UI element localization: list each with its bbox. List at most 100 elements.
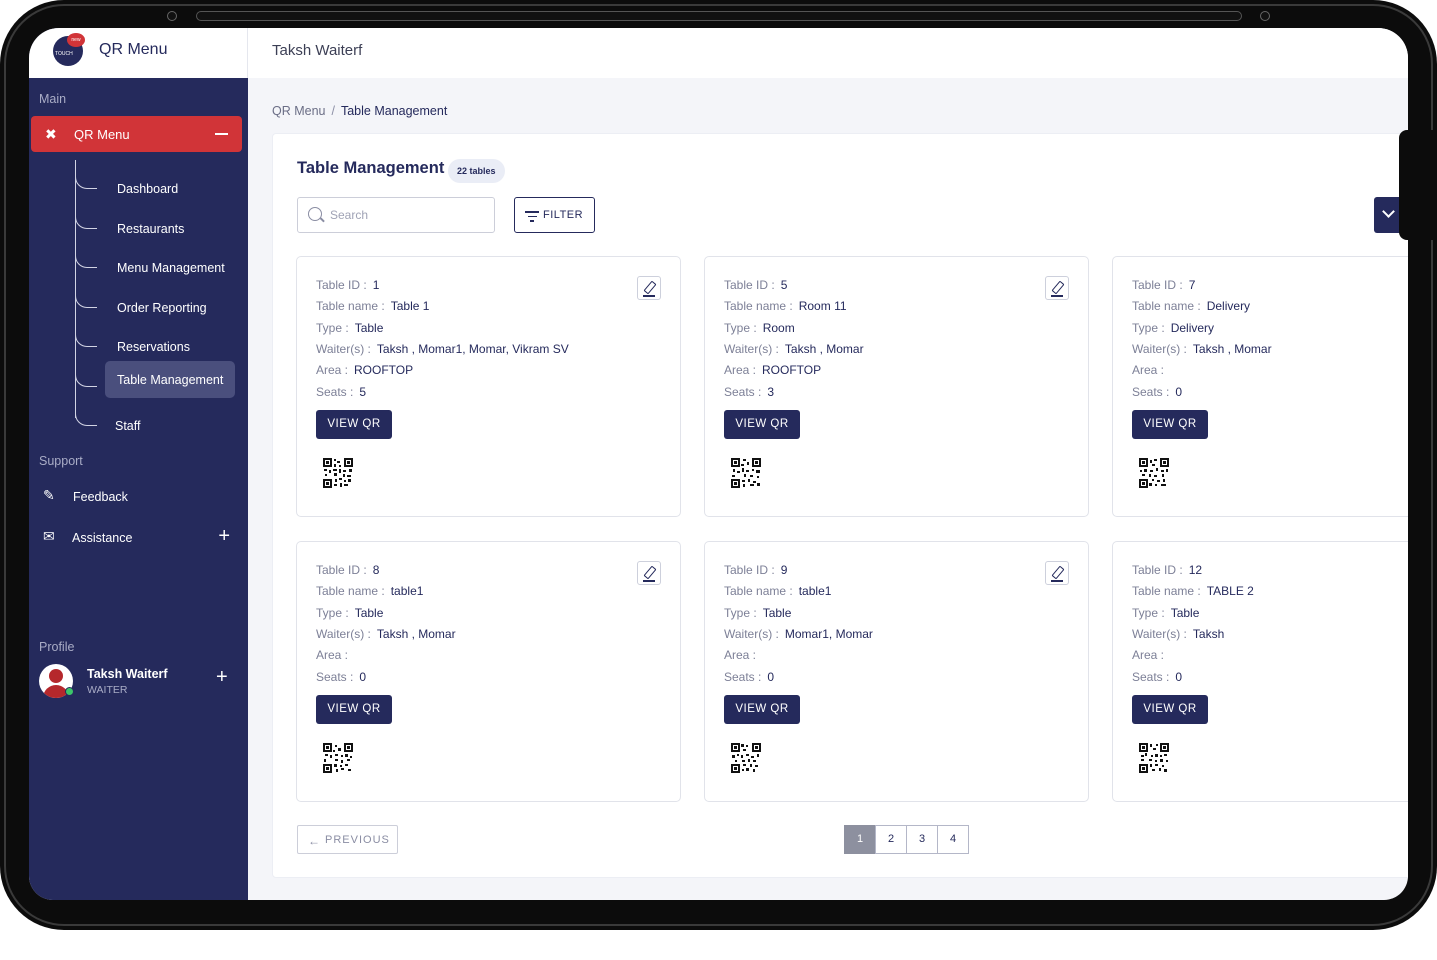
table-name-value: Room 11: [798, 299, 847, 313]
table-seats-row: Seats : 0: [724, 670, 774, 684]
field-label: Seats :: [1132, 385, 1170, 399]
qr-code-icon[interactable]: [731, 458, 761, 488]
sidebar-item-reservations[interactable]: Reservations: [75, 327, 240, 365]
edit-icon[interactable]: [1045, 561, 1069, 585]
sidebar: new TOUCH QR Menu Main ✖ QR Menu Dashboa…: [29, 28, 248, 900]
logo-text: TOUCH: [55, 51, 73, 57]
view-qr-button[interactable]: VIEW QR: [316, 695, 392, 724]
table-waiters-row: Waiter(s) : Taksh , Momar: [316, 627, 456, 641]
table-area-row: Area :: [724, 648, 762, 662]
brand-name: QR Menu: [99, 41, 168, 58]
table-seats-row: Seats : 0: [1132, 670, 1182, 684]
view-qr-button[interactable]: VIEW QR: [1132, 695, 1208, 724]
sidebar-item-staff[interactable]: Staff: [75, 406, 240, 444]
field-label: Seats :: [724, 385, 762, 399]
table-area-row: Area : ROOFTOP: [316, 363, 413, 377]
search-field[interactable]: [297, 197, 495, 233]
sidebar-item-feedback[interactable]: ✎ Feedback: [29, 482, 248, 512]
table-seats-value: 3: [767, 385, 775, 399]
sidebar-item-label: Dashboard: [117, 182, 179, 196]
sidebar-item-label: Assistance: [72, 531, 133, 545]
search-input[interactable]: [330, 206, 480, 224]
table-waiters-value: Taksh , Momar: [1192, 342, 1272, 356]
field-label: Type :: [724, 606, 757, 620]
device-camera: [167, 11, 177, 21]
brand-logo: new TOUCH: [53, 33, 85, 66]
qr-code-icon[interactable]: [323, 458, 353, 488]
search-icon: [308, 207, 322, 221]
table-waiters-row: Waiter(s) : Momar1, Momar: [724, 627, 873, 641]
table-type-row: Type : Delivery: [1132, 321, 1214, 335]
brand-header[interactable]: new TOUCH QR Menu: [29, 28, 248, 78]
table-name-row: Table name : table1: [316, 584, 423, 598]
table-seats-row: Seats : 3: [724, 385, 774, 399]
qr-code-icon[interactable]: [323, 743, 353, 773]
edit-icon[interactable]: [1045, 276, 1069, 300]
top-bar: Taksh Waiterf: [248, 28, 1408, 78]
table-name-row: Table name : Delivery: [1132, 299, 1250, 313]
field-label: Area :: [724, 363, 757, 377]
sidebar-item-label: Menu Management: [117, 261, 225, 275]
sidebar-item-label: Reservations: [117, 340, 190, 354]
qr-code-icon[interactable]: [1139, 743, 1169, 773]
page-button-3[interactable]: 3: [906, 825, 938, 854]
field-label: Seats :: [724, 670, 762, 684]
chat-icon: ✉: [43, 528, 55, 544]
table-id-value: 1: [372, 278, 380, 292]
qr-code-icon[interactable]: [731, 743, 761, 773]
tree-branch: [75, 254, 97, 268]
view-qr-button[interactable]: VIEW QR: [316, 410, 392, 439]
sidebar-item-table-management[interactable]: Table Management: [75, 361, 240, 399]
field-label: Type :: [1132, 606, 1165, 620]
section-label-main: Main: [39, 92, 67, 106]
table-name-value: Table 1: [390, 299, 430, 313]
table-id-row: Table ID : 8: [316, 563, 379, 577]
tree-branch: [75, 373, 97, 387]
view-qr-button[interactable]: VIEW QR: [1132, 410, 1208, 439]
sidebar-item-menu-management[interactable]: Menu Management: [75, 248, 240, 286]
table-name-row: Table name : TABLE 2: [1132, 584, 1254, 598]
header-user-name[interactable]: Taksh Waiterf: [272, 42, 362, 59]
breadcrumb-root[interactable]: QR Menu: [272, 104, 326, 118]
sidebar-item-order-reporting[interactable]: Order Reporting: [75, 288, 240, 326]
field-label: Waiter(s) :: [1132, 342, 1187, 356]
profile-expand-icon[interactable]: +: [216, 666, 228, 689]
sidebar-item-dashboard[interactable]: Dashboard: [75, 169, 240, 207]
page-button-2[interactable]: 2: [875, 825, 907, 854]
table-seats-value: 0: [767, 670, 775, 684]
table-id-value: 5: [780, 278, 788, 292]
table-waiters-value: Taksh: [1192, 627, 1225, 641]
sidebar-item-qr-menu[interactable]: ✖ QR Menu: [31, 116, 242, 152]
table-seats-value: 0: [1175, 385, 1183, 399]
page-button-4[interactable]: 4: [937, 825, 969, 854]
edit-icon[interactable]: [637, 561, 661, 585]
filter-button[interactable]: FILTER: [514, 197, 595, 233]
table-id-value: 8: [372, 563, 380, 577]
table-type-row: Type : Table: [316, 321, 383, 335]
previous-page-button[interactable]: ← PREVIOUS: [297, 825, 398, 854]
field-label: Area :: [316, 648, 349, 662]
page-button-1[interactable]: 1: [844, 825, 876, 854]
field-label: Seats :: [316, 670, 354, 684]
expand-icon[interactable]: +: [218, 525, 230, 548]
edit-icon[interactable]: [637, 276, 661, 300]
profile-name: Taksh Waiterf: [87, 667, 168, 681]
sidebar-item-assistance[interactable]: ✉ Assistance +: [29, 523, 248, 553]
profile-role: WAITER: [87, 684, 128, 696]
field-label: Type :: [316, 321, 349, 335]
table-type-row: Type : Room: [724, 321, 795, 335]
table-card: Table ID : 7 Table name : Delivery Type : D…: [1112, 256, 1408, 517]
table-type-value: Table: [762, 606, 792, 620]
view-qr-button[interactable]: VIEW QR: [724, 695, 800, 724]
tablet-frame: new TOUCH QR Menu Main ✖ QR Menu Dashboa…: [0, 0, 1437, 930]
arrow-left-icon: ←: [308, 834, 320, 848]
field-label: Area :: [724, 648, 757, 662]
view-qr-button[interactable]: VIEW QR: [724, 410, 800, 439]
table-card: Table ID : 9 Table name : table1 Type : Tab…: [704, 541, 1089, 802]
sidebar-item-restaurants[interactable]: Restaurants: [75, 209, 240, 247]
table-card: Table ID : 5 Table name : Room 11 Type : Ro…: [704, 256, 1089, 517]
collapse-icon[interactable]: [215, 133, 228, 135]
field-label: Area :: [316, 363, 349, 377]
table-id-row: Table ID : 12: [1132, 563, 1202, 577]
qr-code-icon[interactable]: [1139, 458, 1169, 488]
